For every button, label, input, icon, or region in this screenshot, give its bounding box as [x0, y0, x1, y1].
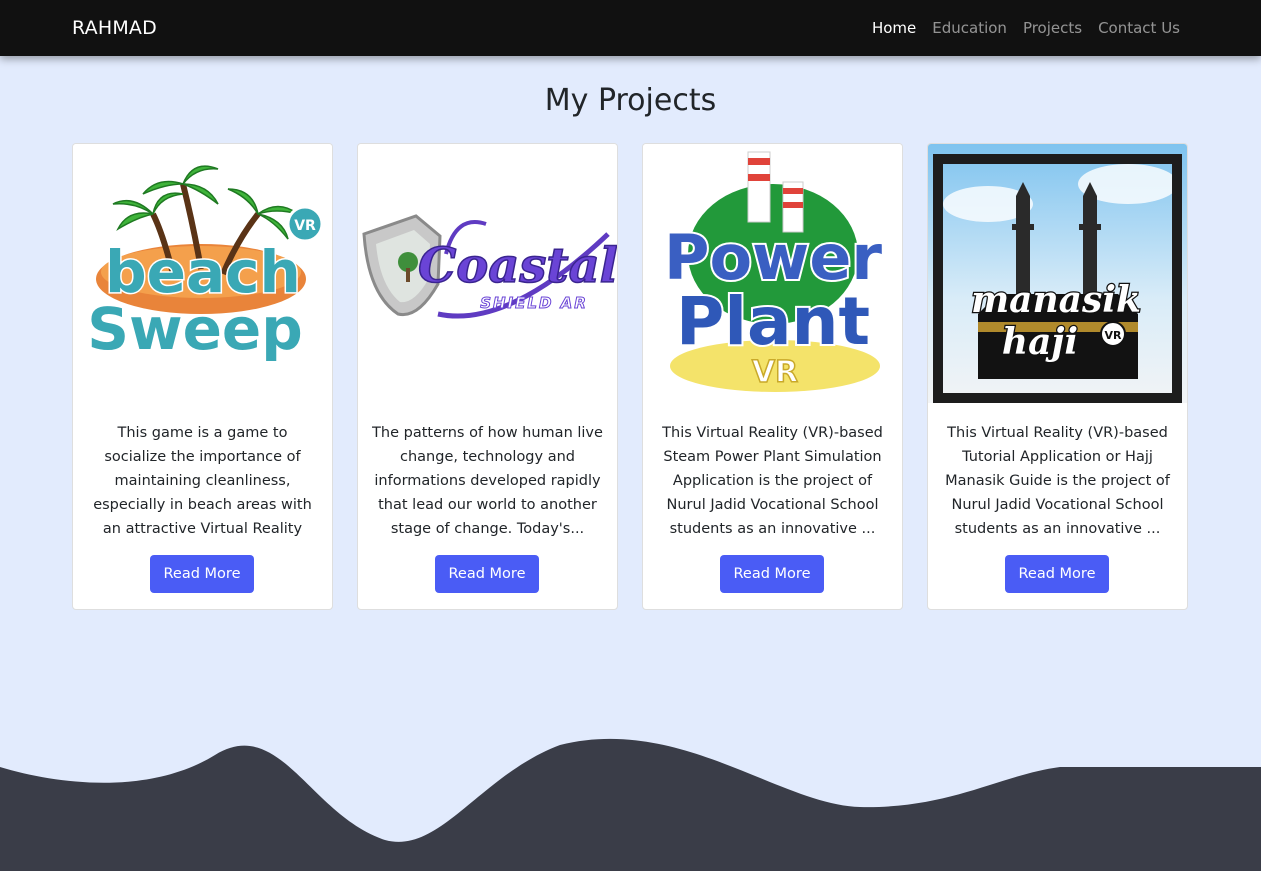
read-more-button[interactable]: Read More: [1005, 555, 1109, 593]
project-cards: VR beach Sweep This game is a game to so…: [72, 143, 1188, 610]
card-description: This Virtual Reality (VR)-based Tutorial…: [945, 425, 1170, 537]
project-card-coastal-shield: Coastal SHIELD AR The patterns of how hu…: [357, 143, 618, 610]
navbar: RAHMAD Home Education Projects Contact U…: [0, 0, 1261, 56]
svg-text:VR: VR: [294, 218, 316, 234]
page-title: My Projects: [544, 83, 717, 118]
read-more-button[interactable]: Read More: [720, 555, 824, 593]
card-description: The patterns of how human live change, t…: [372, 425, 603, 537]
svg-text:SHIELD AR: SHIELD AR: [480, 294, 588, 312]
svg-text:haji: haji: [1002, 321, 1078, 363]
nav-link-contact-us[interactable]: Contact Us: [1098, 17, 1180, 39]
svg-text:manasik: manasik: [971, 279, 1141, 321]
power-plant-logo[interactable]: Power Plant VR: [643, 144, 902, 403]
beach-sweep-logo[interactable]: VR beach Sweep: [73, 144, 332, 403]
card-description: This game is a game to socialize the imp…: [93, 425, 312, 537]
project-card-power-plant: Power Plant VR This Virtual Reality (VR)…: [642, 143, 903, 610]
footer-wave: [0, 738, 1261, 871]
svg-text:Sweep: Sweep: [87, 295, 303, 363]
svg-text:Coastal: Coastal: [418, 238, 617, 294]
manasik-haji-logo[interactable]: manasik haji VR: [928, 144, 1187, 403]
read-more-button[interactable]: Read More: [435, 555, 539, 593]
nav-links: Home Education Projects Contact Us: [872, 17, 1180, 39]
coastal-shield-logo[interactable]: Coastal SHIELD AR: [358, 144, 617, 403]
brand-link[interactable]: RAHMAD: [72, 16, 157, 40]
svg-text:Plant: Plant: [676, 283, 870, 360]
project-card-manasik-haji: manasik haji VR This Virtual Reality (VR…: [927, 143, 1188, 610]
nav-link-home[interactable]: Home: [872, 17, 916, 39]
card-description: This Virtual Reality (VR)-based Steam Po…: [662, 425, 883, 537]
nav-link-education[interactable]: Education: [932, 17, 1007, 39]
svg-text:VR: VR: [1105, 329, 1123, 342]
svg-text:VR: VR: [752, 355, 798, 390]
read-more-button[interactable]: Read More: [150, 555, 254, 593]
nav-link-projects[interactable]: Projects: [1023, 17, 1082, 39]
project-card-beach-sweep: VR beach Sweep This game is a game to so…: [72, 143, 333, 610]
